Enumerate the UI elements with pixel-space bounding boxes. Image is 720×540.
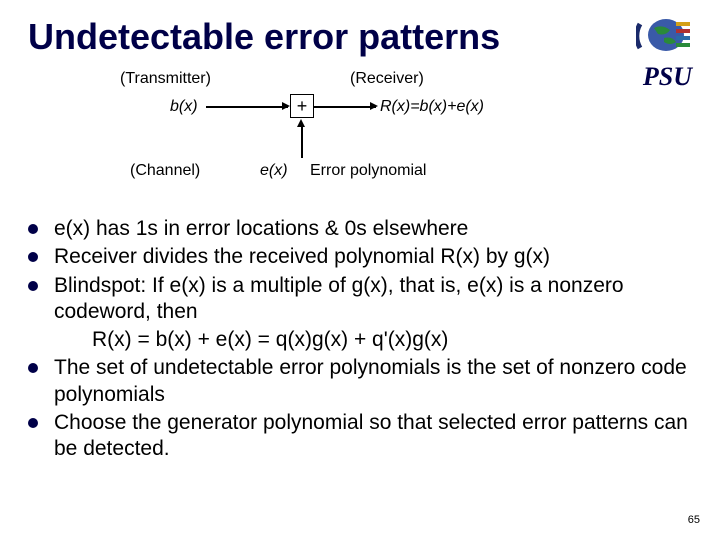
arrowhead-rx — [370, 102, 378, 110]
channel-diagram: (Transmitter) (Receiver) b(x) + R(x)=b(x… — [100, 70, 620, 200]
rx-output-label: R(x)=b(x)+e(x) — [380, 98, 484, 116]
error-poly-label: Error polynomial — [310, 162, 426, 180]
bullet-text: Choose the generator polynomial so that … — [54, 410, 692, 463]
bullet-icon — [28, 224, 38, 234]
list-item: e(x) has 1s in error locations & 0s else… — [28, 216, 692, 242]
bullet-icon — [28, 418, 38, 428]
channel-label: (Channel) — [130, 162, 200, 180]
plus-node: + — [290, 94, 314, 118]
arrowhead-bx — [282, 102, 290, 110]
list-item: Receiver divides the received polynomial… — [28, 244, 692, 270]
arrow-bx-to-plus — [206, 106, 288, 108]
bx-label: b(x) — [170, 98, 198, 116]
receiver-label: (Receiver) — [350, 70, 424, 88]
slide-title: Undetectable error patterns — [28, 16, 500, 58]
transmitter-label: (Transmitter) — [120, 70, 211, 88]
globe-icon — [636, 14, 692, 56]
psu-label: PSU — [643, 62, 692, 92]
ex-label: e(x) — [260, 162, 288, 180]
bullet-text: The set of undetectable error polynomial… — [54, 355, 692, 408]
arrow-ex-to-plus — [301, 126, 303, 158]
arrow-plus-to-rx — [314, 106, 376, 108]
list-item: Blindspot: If e(x) is a multiple of g(x)… — [28, 273, 692, 326]
arrowhead-ex — [297, 119, 305, 127]
bullet-icon — [28, 281, 38, 291]
bullet-text: Receiver divides the received polynomial… — [54, 244, 550, 270]
list-item: The set of undetectable error polynomial… — [28, 355, 692, 408]
bullet-icon — [28, 252, 38, 262]
bullet-text: Blindspot: If e(x) is a multiple of g(x)… — [54, 273, 692, 326]
bullet-text: e(x) has 1s in error locations & 0s else… — [54, 216, 468, 242]
page-number: 65 — [688, 514, 700, 526]
bullet-indent-text: R(x) = b(x) + e(x) = q(x)g(x) + q'(x)g(x… — [92, 327, 692, 353]
bullet-icon — [28, 363, 38, 373]
list-item: Choose the generator polynomial so that … — [28, 410, 692, 463]
bullet-list: e(x) has 1s in error locations & 0s else… — [28, 216, 692, 464]
